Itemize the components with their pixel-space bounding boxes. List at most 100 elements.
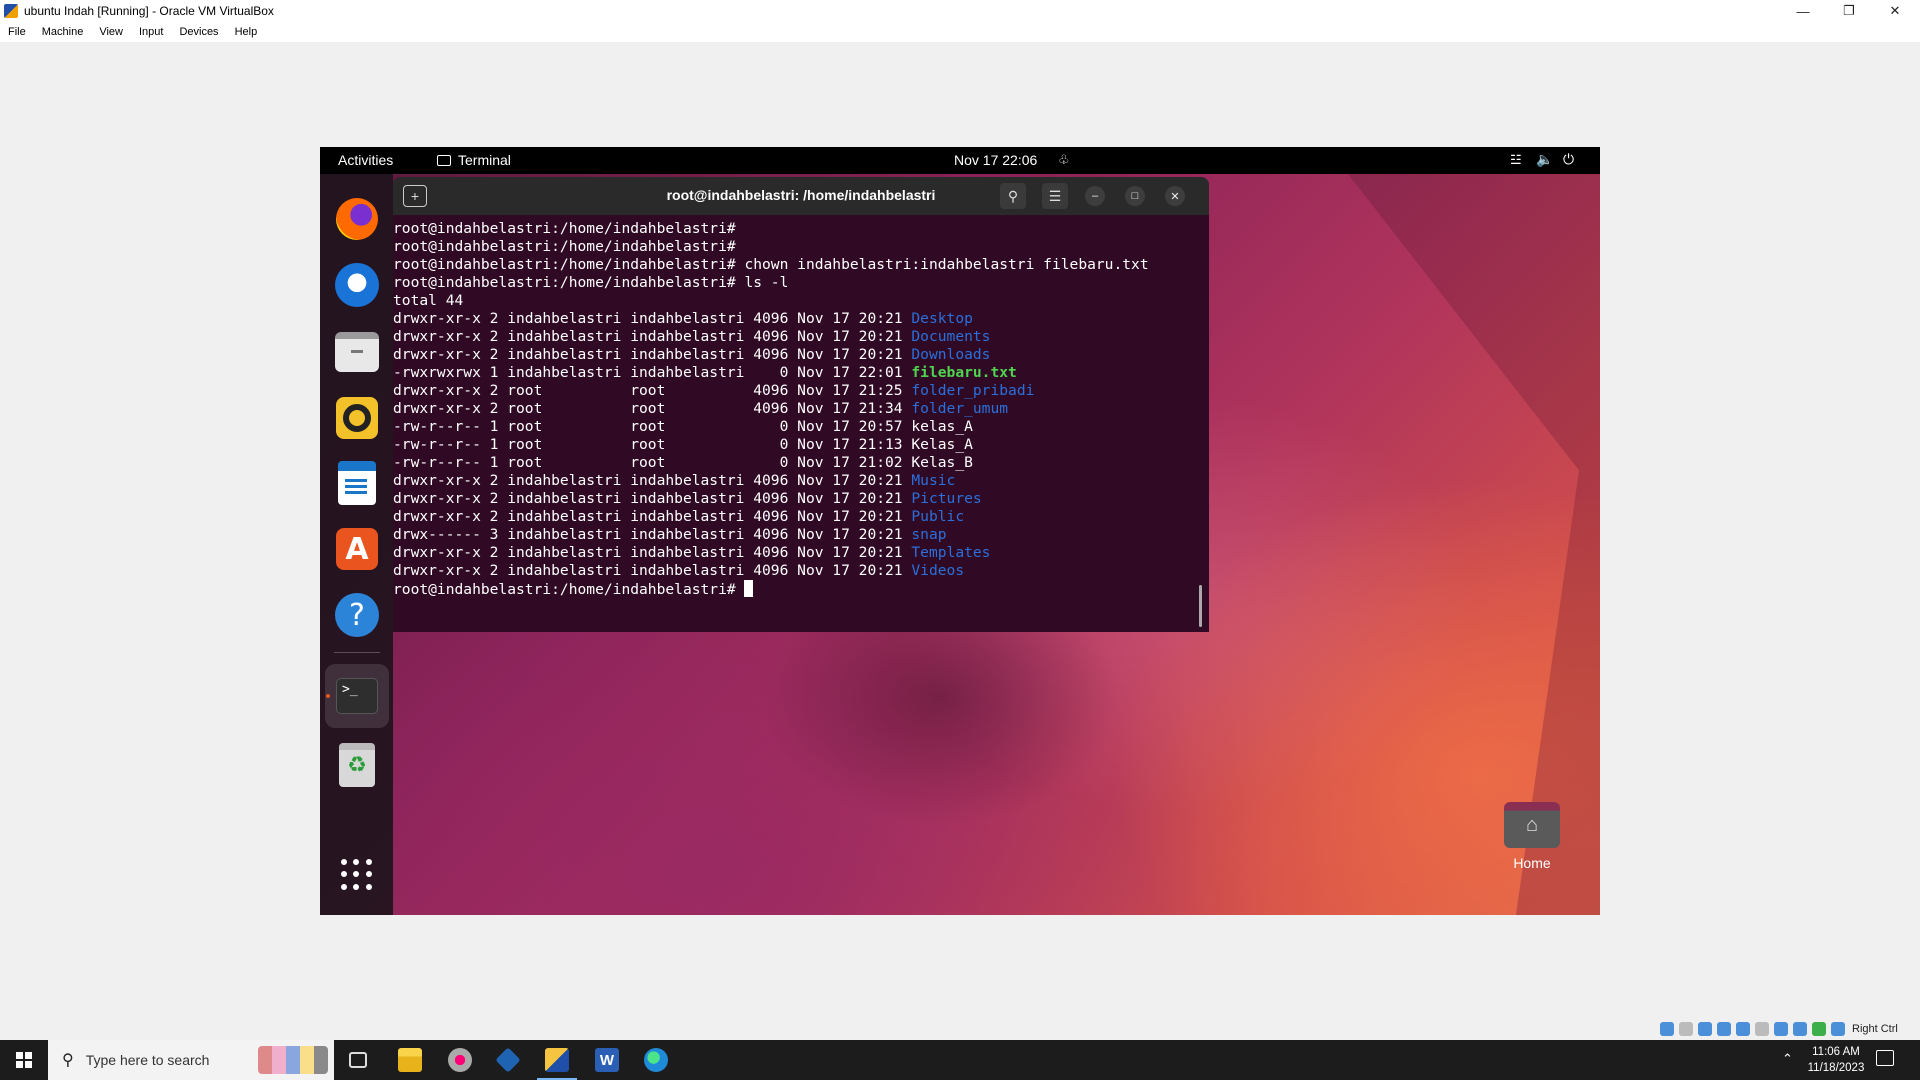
window-title: ubuntu Indah [Running] - Oracle VM Virtu… (24, 4, 274, 18)
home-folder-icon: ⌂ (1504, 802, 1560, 848)
app-grid-icon (341, 859, 373, 891)
app-icon (448, 1048, 472, 1072)
terminal-line-text: root@indahbelastri:/home/indahbelastri# (393, 220, 736, 237)
writer-icon (338, 461, 376, 505)
taskbar-word[interactable]: W (583, 1040, 631, 1080)
dock-thunderbird[interactable] (334, 262, 380, 308)
network-adapter-icon[interactable] (1717, 1022, 1731, 1036)
notification-icon[interactable] (1876, 1050, 1894, 1066)
terminal-line: root@indahbelastri:/home/indahbelastri# (393, 220, 1209, 238)
audio-icon[interactable] (1698, 1022, 1712, 1036)
terminal-scrollbar[interactable] (1199, 585, 1202, 627)
terminal-line: -rw-r--r-- 1 root root 0 Nov 17 21:13 Ke… (393, 436, 1209, 454)
task-view-button[interactable] (334, 1040, 382, 1080)
desktop-home-folder[interactable]: ⌂ (1504, 802, 1560, 852)
terminal-line-text: drwxr-xr-x 2 root root 4096 Nov 17 21:25 (393, 382, 912, 399)
terminal-line-text: drwxr-xr-x 2 indahbelastri indahbelastri… (393, 490, 912, 507)
usb-icon[interactable] (1736, 1022, 1750, 1036)
terminal-output[interactable]: root@indahbelastri:/home/indahbelastri# r… (393, 215, 1209, 632)
terminal-line: -rw-r--r-- 1 root root 0 Nov 17 20:57 ke… (393, 418, 1209, 436)
close-button[interactable]: ✕ (1872, 0, 1918, 22)
tray-overflow-icon[interactable]: ⌃ (1782, 1051, 1793, 1067)
app-menu-label: Terminal (458, 152, 511, 168)
search-button[interactable]: ⚲ (1000, 183, 1026, 209)
search-highlight-image (258, 1046, 328, 1074)
taskbar-search[interactable]: ⚲ Type here to search (48, 1040, 334, 1080)
thunderbird-icon (335, 263, 379, 307)
clock[interactable]: Nov 17 22:06 (954, 152, 1037, 168)
dock-rhythmbox[interactable] (334, 395, 380, 441)
directory-name: Pictures (911, 490, 982, 507)
dock: A ? >_ ♻ (320, 174, 393, 915)
terminal-line-text: drwxr-xr-x 2 indahbelastri indahbelastri… (393, 544, 912, 561)
terminal-icon (437, 154, 451, 166)
vbox-statusbar: Right Ctrl (1660, 1020, 1920, 1038)
taskbar-edge[interactable] (632, 1040, 680, 1080)
taskbar-file-explorer[interactable] (386, 1040, 434, 1080)
dock-help[interactable]: ? (334, 592, 380, 638)
taskbar-virtualbox-manager[interactable] (484, 1040, 532, 1080)
terminal-icon: >_ (336, 678, 378, 714)
firefox-icon (336, 198, 378, 240)
hard-disk-icon[interactable] (1660, 1022, 1674, 1036)
dock-libreoffice-writer[interactable] (334, 460, 380, 506)
rhythmbox-icon (336, 397, 378, 439)
guest-screen[interactable]: Activities Terminal Nov 17 22:06 ♧ ☳ 🔈 ⏻… (320, 147, 1600, 915)
menu-machine[interactable]: Machine (42, 26, 84, 38)
terminal-close-button[interactable]: ✕ (1165, 186, 1185, 206)
dock-files[interactable] (334, 329, 380, 375)
terminal-line-text: -rw-r--r-- 1 root root 0 Nov 17 20:57 (393, 418, 912, 435)
hamburger-menu-button[interactable]: ☰ (1042, 183, 1068, 209)
mouse-integration-icon[interactable] (1831, 1022, 1845, 1036)
terminal-line: drwxr-xr-x 2 root root 4096 Nov 17 21:34… (393, 400, 1209, 418)
bell-icon[interactable]: ♧ (1058, 152, 1070, 168)
trash-icon: ♻ (339, 743, 375, 787)
terminal-prompt-line[interactable]: root@indahbelastri:/home/indahbelastri# (393, 580, 1209, 598)
gnome-topbar: Activities Terminal Nov 17 22:06 ♧ ☳ 🔈 ⏻ (320, 147, 1600, 174)
terminal-line: drwxr-xr-x 2 root root 4096 Nov 17 21:25… (393, 382, 1209, 400)
show-applications-button[interactable] (334, 852, 380, 898)
power-icon[interactable]: ⏻ (1563, 151, 1574, 168)
menu-icon: ☰ (1048, 187, 1062, 204)
terminal-minimize-button[interactable]: – (1085, 186, 1105, 206)
terminal-line-text: drwxr-xr-x 2 indahbelastri indahbelastri… (393, 508, 912, 525)
restore-button[interactable]: ❐ (1826, 0, 1872, 22)
terminal-headerbar[interactable]: + root@indahbelastri: /home/indahbelastr… (393, 177, 1209, 215)
files-icon (335, 332, 379, 372)
virtualbox-icon (495, 1047, 521, 1073)
optical-drive-icon[interactable] (1679, 1022, 1693, 1036)
menu-help[interactable]: Help (235, 26, 258, 38)
menu-devices[interactable]: Devices (179, 26, 218, 38)
activities-button[interactable]: Activities (338, 152, 393, 168)
dock-terminal[interactable]: >_ (325, 664, 389, 728)
dock-ubuntu-software[interactable]: A (334, 526, 380, 572)
directory-name: Music (911, 472, 956, 489)
dock-trash[interactable]: ♻ (334, 742, 380, 788)
shared-folders-icon[interactable] (1755, 1022, 1769, 1036)
network-icon[interactable]: ☳ (1510, 152, 1522, 168)
recording-icon[interactable] (1793, 1022, 1807, 1036)
minimize-button[interactable]: — (1780, 0, 1826, 22)
taskbar-virtualbox-vm[interactable] (533, 1040, 581, 1080)
menu-input[interactable]: Input (139, 26, 163, 38)
app-menu-terminal[interactable]: Terminal (437, 152, 511, 168)
terminal-maximize-button[interactable]: □ (1125, 186, 1145, 206)
menu-view[interactable]: View (99, 26, 123, 38)
terminal-line: root@indahbelastri:/home/indahbelastri# (393, 238, 1209, 256)
taskbar-app[interactable] (436, 1040, 484, 1080)
display-icon[interactable] (1774, 1022, 1788, 1036)
start-button[interactable] (0, 1040, 48, 1080)
virtualbox-icon (4, 4, 18, 18)
tray-clock[interactable]: 11:06 AM 11/18/2023 (1806, 1044, 1866, 1076)
terminal-line-text: drwxr-xr-x 2 indahbelastri indahbelastri… (393, 328, 912, 345)
terminal-window[interactable]: + root@indahbelastri: /home/indahbelastr… (393, 177, 1209, 632)
cpu-icon[interactable] (1812, 1022, 1826, 1036)
terminal-line: drwxr-xr-x 2 indahbelastri indahbelastri… (393, 346, 1209, 364)
terminal-line-text: -rw-r--r-- 1 root root 0 Nov 17 21:13 (393, 436, 912, 453)
directory-name: Templates (911, 544, 991, 561)
volume-icon[interactable]: 🔈 (1536, 151, 1553, 168)
file-name: kelas_A (911, 418, 973, 435)
word-icon: W (595, 1048, 619, 1072)
menu-file[interactable]: File (8, 26, 26, 38)
dock-firefox[interactable] (334, 196, 380, 242)
